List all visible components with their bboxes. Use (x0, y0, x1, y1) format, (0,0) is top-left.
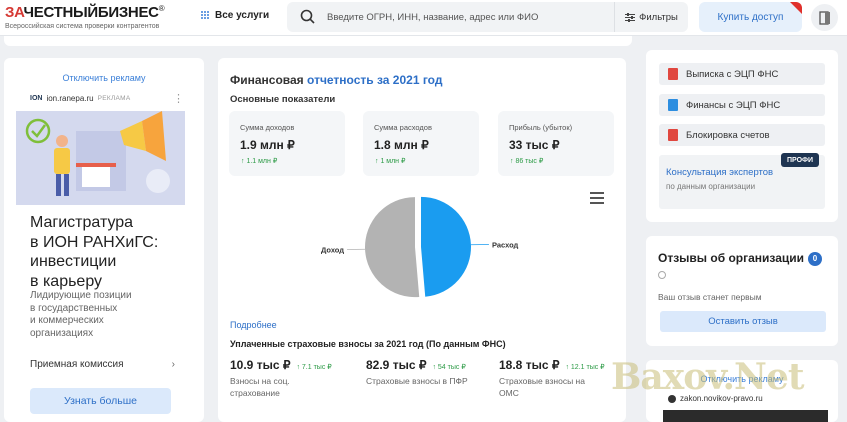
info-icon (658, 271, 666, 279)
reviews-count-badge: 0 (808, 251, 823, 266)
more-vertical-icon[interactable]: ⋮ (173, 92, 184, 105)
insurance-pfr: 82.9 тыс ₽ ↑ 54 тыс ₽ Страховые взносы в … (366, 358, 468, 386)
account-block-button[interactable]: Блокировка счетов (659, 124, 825, 146)
insurance-social: 10.9 тыс ₽ ↑ 7.1 тыс ₽ Взносы на соц. стра… (230, 358, 332, 398)
leave-review-button[interactable]: Оставить отзыв (660, 311, 826, 332)
admission-label: Приемная комиссия (30, 359, 124, 370)
disable-ads-link[interactable]: Отключить рекламу (4, 73, 204, 83)
ad-illustration-graphic (25, 111, 170, 196)
finance-title: Финансовая отчетность за 2021 год (230, 73, 443, 87)
chevron-right-icon: › (171, 359, 175, 370)
chart-menu-icon[interactable] (590, 192, 604, 204)
finance-pie-chart: Расход Доход (321, 196, 519, 298)
top-strip (4, 36, 632, 46)
metric-profit: Прибыль (убыток) 33 тыс ₽ ↑ 86 тыс ₽ (498, 111, 614, 176)
door-icon (818, 10, 830, 25)
top-header: ЗАЧЕСТНЫЙБИЗНЕС® Всероссийская система п… (0, 0, 847, 36)
watermark: Baxov.Net (611, 356, 804, 398)
consult-subtitle: по данным организации (666, 182, 756, 191)
ad-source[interactable]: ION ion.ranepa.ru РЕКЛАМА ⋮ (30, 92, 184, 105)
pie-slice-income[interactable] (365, 197, 420, 298)
admission-link[interactable]: Приемная комиссия › (30, 359, 175, 370)
pro-badge: ПРОФИ (781, 153, 819, 167)
grid-icon (201, 11, 210, 20)
metric-income: Сумма доходов 1.9 млн ₽ ↑ 1.1 млн ₽ (229, 111, 345, 176)
pie-slice-expense[interactable] (420, 196, 471, 297)
logo-subtitle: Всероссийская система проверки контраген… (5, 23, 160, 30)
buy-access-button[interactable]: Купить доступ (699, 2, 802, 32)
filters-button[interactable]: Фильтры (614, 2, 688, 32)
reviews-empty-text: Ваш отзыв станет первым (658, 292, 762, 302)
search-icon (300, 9, 315, 24)
metric-expenses: Сумма расходов 1.8 млн ₽ ↑ 1 млн ₽ (363, 111, 479, 176)
ad-title[interactable]: Магистратура в ИОН РАНХиГС: инвестиции в… (30, 213, 200, 291)
more-details-link[interactable]: Подробнее (230, 320, 277, 330)
finance-report-link[interactable]: отчетность за 2021 год (307, 73, 442, 87)
ad-illustration[interactable] (16, 111, 185, 205)
filters-icon (625, 12, 636, 22)
search-placeholder: Введите ОГРН, ИНН, название, адрес или Ф… (327, 11, 539, 23)
lock-doc-icon (668, 129, 678, 141)
learn-more-button[interactable]: Узнать больше (30, 388, 171, 414)
fns-finance-button[interactable]: Финансы с ЭЦП ФНС (659, 94, 825, 116)
doc-icon (668, 99, 678, 111)
filters-label: Фильтры (639, 11, 678, 23)
ad-description: Лидирующие позиции в государственных и к… (30, 290, 132, 339)
fns-extract-button[interactable]: Выписка с ЭЦП ФНС (659, 63, 825, 85)
ad-source-url: ion.ranepa.ru (46, 94, 94, 103)
ad-logo-icon: ION (30, 95, 43, 102)
all-services-button[interactable]: Все услуги (201, 10, 269, 21)
site-logo[interactable]: ЗАЧЕСТНЫЙБИЗНЕС® (5, 4, 165, 21)
pie-label-expense: Расход (492, 240, 519, 249)
pdf-icon (668, 68, 678, 80)
ad-tag: РЕКЛАМА (97, 95, 131, 102)
pie-label-income: Доход (321, 246, 344, 255)
finance-card: Финансовая отчетность за 2021 год Основн… (218, 58, 626, 422)
insurance-oms: 18.8 тыс ₽ ↑ 12.1 тыс ₽ Страховые взносы … (499, 358, 605, 398)
main-indicators-heading: Основные показатели (230, 94, 336, 105)
consult-title: Консультация экспертов (666, 167, 774, 178)
insurance-heading: Уплаченные страховые взносы за 2021 год … (230, 339, 506, 349)
ad-card-left: Отключить рекламу ION ion.ranepa.ru РЕКЛ… (4, 58, 204, 422)
login-button[interactable] (811, 4, 838, 31)
ad-image-right[interactable] (663, 410, 828, 422)
reviews-title: Отзывы об организации 0 (658, 251, 823, 266)
all-services-label: Все услуги (215, 10, 270, 21)
